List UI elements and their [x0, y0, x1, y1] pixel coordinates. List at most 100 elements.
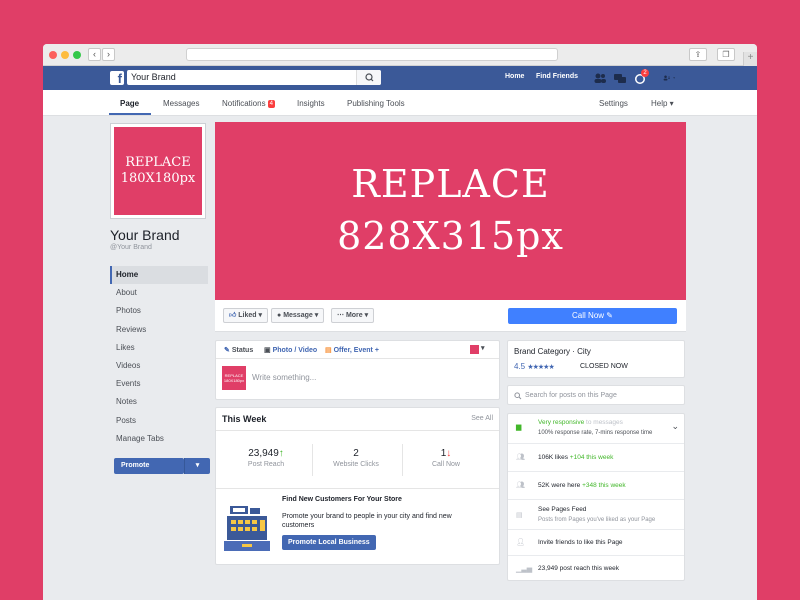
pages-feed-row[interactable]: ▤ See Pages Feed Posts from Pages you've…	[508, 500, 684, 530]
responsiveness-row[interactable]: ▆ Very responsive to messages 100% respo…	[508, 414, 684, 444]
friend-requests-icon[interactable]	[593, 71, 607, 85]
page-search-input[interactable]: Search for posts on this Page	[525, 392, 617, 399]
cover-photo[interactable]: REPLACE 828X315px	[215, 122, 686, 300]
tab-settings[interactable]: Settings	[599, 99, 628, 108]
address-bar[interactable]	[186, 48, 558, 61]
promote-button[interactable]: Promote ▾	[114, 458, 210, 474]
nav-item-home[interactable]: Home	[110, 266, 208, 285]
tab-publishing-tools[interactable]: Publishing Tools	[347, 99, 405, 108]
close-dot[interactable]	[49, 51, 57, 59]
pages-feed-description: Posts from Pages you've liked as your Pa…	[538, 517, 656, 523]
profile-placeholder-line1: REPLACE	[125, 155, 191, 170]
share-icon[interactable]: ⇪	[689, 48, 707, 61]
message-button[interactable]: ● Message ▾	[271, 308, 325, 323]
call-now-button[interactable]: Call Now ✎	[508, 308, 677, 324]
message-bubble-icon: ▆	[516, 424, 522, 431]
add-friend-icon: 👤︎	[516, 539, 525, 546]
nav-item-events[interactable]: Events	[110, 375, 208, 393]
promote-dropdown-icon[interactable]: ▾	[184, 458, 210, 474]
tab-page[interactable]: Page	[120, 99, 139, 108]
more-icon: ⋯	[337, 312, 344, 319]
brand-category[interactable]: Brand Category · City	[514, 347, 591, 356]
stat-post-reach[interactable]: 23,949↑ Post Reach	[221, 448, 311, 468]
chevron-down-icon[interactable]: ⌄	[671, 421, 679, 432]
thumbs-up-icon: 👍︎	[229, 312, 237, 319]
forward-button[interactable]: ›	[102, 48, 115, 61]
search-button[interactable]	[356, 70, 381, 85]
composer-tab-photo-video[interactable]: ▣ Photo / Video	[264, 346, 317, 354]
nav-item-photos[interactable]: Photos	[110, 302, 208, 320]
maximize-dot[interactable]	[73, 51, 81, 59]
composer-photo-label: Photo / Video	[272, 347, 318, 354]
cover-placeholder-line1: REPLACE	[351, 162, 550, 206]
back-button[interactable]: ‹	[88, 48, 101, 61]
profile-picture[interactable]: REPLACE 180X180px	[110, 123, 206, 219]
nav-item-notes[interactable]: Notes	[110, 393, 208, 411]
stat-post-reach-value: 23,949	[248, 448, 279, 459]
promote-label: Promote	[121, 462, 150, 469]
invite-row[interactable]: 👤︎ Invite friends to like this Page	[508, 530, 684, 556]
facebook-logo-icon[interactable]: f	[110, 71, 124, 85]
browser-window: ‹ › ⇪ ❐ + f Your Brand Home Find Friends…	[43, 44, 757, 600]
profile-placeholder: REPLACE 180X180px	[114, 127, 202, 215]
composer-tabs: ✎ Status ▣ Photo / Video ▤ Offer, Event …	[216, 341, 499, 359]
see-all-link[interactable]: See All	[471, 415, 493, 422]
people-icon: 👥︎	[516, 482, 525, 489]
pages-feed-link[interactable]: See Pages Feed	[538, 506, 586, 513]
tab-notifications[interactable]: Notifications 4	[222, 99, 275, 108]
cover-placeholder-line2: 828X315px	[337, 214, 564, 258]
stat-website-clicks-label: Website Clicks	[333, 461, 379, 468]
message-icon: ●	[277, 312, 282, 319]
tab-help[interactable]: Help ▾	[651, 99, 674, 108]
tab-notifications-label: Notifications	[222, 99, 266, 108]
home-link[interactable]: Home	[505, 73, 524, 80]
stat-website-clicks[interactable]: 2 Website Clicks	[311, 448, 401, 468]
message-label: Message ▾	[283, 312, 319, 319]
tab-insights[interactable]: Insights	[297, 99, 325, 108]
rating[interactable]: 4.5 ★★★★★	[514, 362, 555, 371]
composer-tab-status[interactable]: ✎ Status	[224, 346, 253, 354]
composer-avatar-selector[interactable]	[470, 345, 479, 354]
reach-row[interactable]: ▁▃▅ 23,949 post reach this week	[508, 556, 684, 582]
nav-item-manage-tabs[interactable]: Manage Tabs	[110, 430, 208, 448]
browser-chrome: ‹ › ⇪ ❐ +	[43, 44, 757, 66]
nav-item-likes[interactable]: Likes	[110, 339, 208, 357]
nav-item-posts[interactable]: Posts	[110, 412, 208, 430]
stat-website-clicks-value: 2	[353, 448, 359, 459]
find-friends-link[interactable]: Find Friends	[536, 73, 578, 80]
more-button[interactable]: ⋯ More ▾	[331, 308, 375, 323]
invite-friends-link[interactable]: Invite friends to like this Page	[538, 539, 623, 546]
page-title[interactable]: Your Brand	[110, 227, 180, 243]
post-composer: ✎ Status ▣ Photo / Video ▤ Offer, Event …	[215, 340, 500, 400]
new-tab-icon[interactable]: +	[743, 52, 757, 66]
account-menu-icon[interactable]	[663, 71, 677, 85]
stat-call-now[interactable]: 1↓ Call Now	[401, 448, 491, 468]
search-input[interactable]: Your Brand	[127, 70, 381, 85]
page-search-card[interactable]: Search for posts on this Page	[507, 385, 685, 405]
responsiveness-text: Very responsive to messages	[538, 419, 623, 426]
checkins-row[interactable]: 👥︎ 52K were here +348 this week	[508, 472, 684, 500]
minimize-dot[interactable]	[61, 51, 69, 59]
nav-item-videos[interactable]: Videos	[110, 357, 208, 375]
photo-icon: ▣	[264, 347, 271, 354]
page-stats-card: ▆ Very responsive to messages 100% respo…	[507, 413, 685, 581]
promote-local-business-button[interactable]: Promote Local Business	[282, 535, 376, 550]
ad-description: Promote your brand to people in your cit…	[282, 513, 452, 529]
chevron-down-icon[interactable]: ▾	[481, 344, 485, 352]
pencil-icon: ✎	[224, 347, 230, 354]
composer-avatar: REPLACE 180X180px	[222, 366, 246, 390]
tab-messages[interactable]: Messages	[163, 99, 199, 108]
likes-row[interactable]: 👥︎ 106K likes +104 this week	[508, 444, 684, 472]
composer-tab-offer-event[interactable]: ▤ Offer, Event +	[325, 346, 379, 354]
notification-badge: 2	[641, 69, 649, 77]
tabs-icon[interactable]: ❐	[717, 48, 735, 61]
up-arrow-icon: ↑	[278, 448, 284, 459]
people-icon: 👥︎	[516, 454, 525, 461]
messages-icon[interactable]	[613, 71, 627, 85]
rating-value: 4.5	[514, 362, 526, 371]
left-navigation: Home About Photos Reviews Likes Videos E…	[110, 266, 208, 448]
composer-input[interactable]: Write something...	[252, 373, 316, 382]
nav-item-about[interactable]: About	[110, 284, 208, 302]
nav-item-reviews[interactable]: Reviews	[110, 321, 208, 339]
liked-button[interactable]: 👍︎ Liked ▾	[223, 308, 269, 323]
